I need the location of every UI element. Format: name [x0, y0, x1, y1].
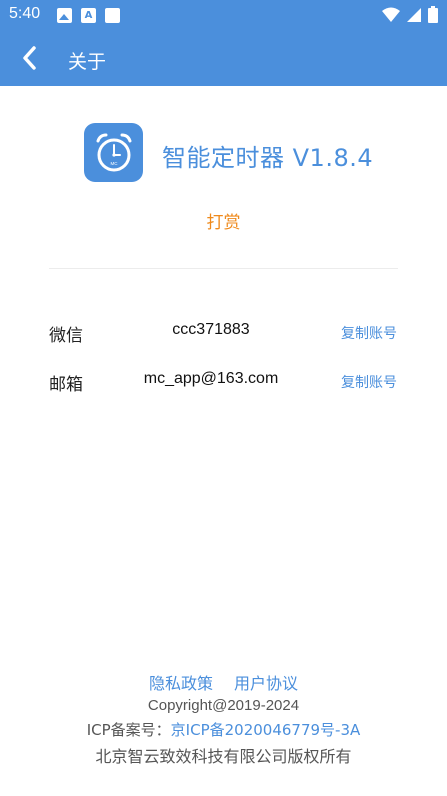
privacy-policy-link[interactable]: 隐私政策: [149, 674, 213, 693]
contact-row-email: 邮箱 mc_app@163.com 复制账号: [0, 365, 447, 395]
logo-text: MC: [110, 161, 118, 166]
email-account: mc_app@163.com: [143, 370, 279, 387]
status-bar: 5:40 A: [0, 0, 447, 31]
user-agreement-link[interactable]: 用户协议: [234, 674, 298, 693]
wechat-account: ccc371883: [172, 321, 250, 338]
chevron-left-icon: [23, 46, 36, 70]
reward-link[interactable]: 打赏: [0, 208, 447, 233]
page-title: 关于: [68, 51, 107, 73]
wechat-label: 微信: [49, 326, 83, 346]
copy-email-button[interactable]: 复制账号: [341, 372, 397, 392]
copy-wechat-button[interactable]: 复制账号: [341, 323, 397, 343]
email-label: 邮箱: [49, 375, 83, 395]
icp-line: ICP备案号：京ICP备2020046779号-3A: [0, 719, 447, 740]
icp-label: ICP备案号：: [86, 721, 171, 739]
a-text-icon: A: [81, 8, 96, 23]
title-bar: 关于: [0, 31, 447, 86]
battery-icon: [428, 6, 438, 23]
wifi-icon: [382, 7, 400, 22]
footer-links: 隐私政策 用户协议: [0, 670, 447, 694]
back-button[interactable]: [14, 41, 44, 75]
app-logo: MC: [84, 123, 143, 182]
status-time: 5:40: [9, 5, 41, 22]
alarm-clock-icon: MC: [96, 133, 131, 171]
system-icons: [382, 6, 438, 23]
icp-number-link[interactable]: 京ICP备2020046779号-3A: [171, 721, 361, 739]
divider: [49, 268, 398, 269]
copyright-text: Copyright@2019-2024: [147, 697, 300, 714]
image-icon: [57, 8, 72, 23]
square-icon: [105, 8, 120, 23]
signal-icon: [407, 7, 421, 22]
notification-icons: A: [57, 8, 120, 23]
contact-row-wechat: 微信 ccc371883 复制账号: [0, 316, 447, 346]
company-text: 北京智云致效科技有限公司版权所有: [95, 747, 352, 766]
app-name: 智能定时器 V1.8.4: [162, 144, 374, 172]
